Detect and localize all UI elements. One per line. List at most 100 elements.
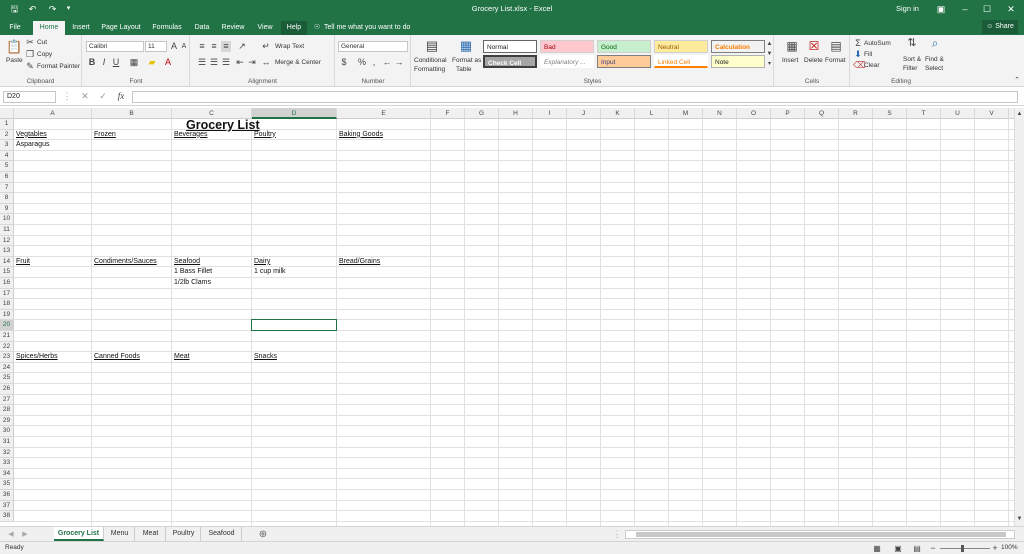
column-header-j[interactable]: J (567, 108, 601, 119)
category-header[interactable]: Beverages (172, 130, 207, 141)
normal-view-icon[interactable]: ▦ (872, 543, 882, 554)
horizontal-scroll-thumb[interactable] (636, 532, 1006, 537)
font-size-select[interactable]: 11 (145, 41, 167, 52)
row-header-9[interactable]: 9 (0, 203, 14, 215)
row-header-24[interactable]: 24 (0, 362, 14, 374)
tab-formulas[interactable]: Formulas (149, 21, 185, 35)
cut-icon[interactable]: ✂ (25, 37, 35, 48)
sign-in-link[interactable]: Sign in (896, 4, 919, 13)
format-painter-button[interactable]: Format Painter (37, 63, 80, 70)
style-neutral[interactable]: Neutral (654, 40, 708, 53)
category-header[interactable]: Frozen (92, 130, 116, 141)
column-header-s[interactable]: S (873, 108, 907, 119)
row-header-26[interactable]: 26 (0, 384, 14, 395)
tab-home[interactable]: Home (33, 21, 65, 35)
row-header-1[interactable]: 1 (0, 119, 14, 130)
worksheet-grid[interactable]: ABCDEFGHIJKLMNOPQRSTUV 1 2 3 4 5 6 7 8 9 10 11 12 13… (0, 108, 1024, 526)
clear-icon[interactable]: ⌫ (853, 60, 866, 71)
category-header[interactable]: Condiments/Sauces (92, 257, 157, 268)
tab-insert[interactable]: Insert (68, 21, 94, 35)
delete-cells-icon[interactable]: ☒ (806, 38, 822, 54)
zoom-slider-thumb[interactable] (961, 545, 964, 552)
conditional-formatting-button[interactable]: Conditional (414, 57, 447, 64)
confirm-entry-icon[interactable]: ✓ (98, 91, 108, 102)
column-header-n[interactable]: N (703, 108, 737, 119)
row-header-19[interactable]: 19 (0, 309, 14, 321)
row-header-20[interactable]: 20 (0, 320, 14, 331)
font-color-icon[interactable]: A (163, 57, 173, 68)
horizontal-scrollbar[interactable] (625, 530, 1015, 539)
row-header-30[interactable]: 30 (0, 426, 14, 437)
scroll-up-icon[interactable]: ▲ (1015, 109, 1024, 120)
fill-icon[interactable]: ⬇ (853, 49, 863, 60)
sheet-tab-menu[interactable]: Menu (105, 527, 135, 541)
grocery-item[interactable]: 1/2lb Clams (172, 278, 211, 289)
clear-button[interactable]: Clear (864, 62, 880, 69)
number-format-select[interactable]: General (338, 41, 408, 52)
share-button[interactable]: ☺ Share (982, 20, 1018, 34)
insert-cells-button[interactable]: Insert (782, 57, 798, 64)
sheet-tab-meat[interactable]: Meat (136, 527, 166, 541)
category-header[interactable]: Bread/Grains (337, 257, 380, 268)
vertical-scrollbar[interactable]: ▲ ▼ (1014, 108, 1024, 526)
next-sheet-icon[interactable]: ▶ (20, 529, 30, 540)
column-header-k[interactable]: K (601, 108, 635, 119)
cell-area[interactable]: Grocery List Vegtables Frozen Beverages Pou… (14, 119, 1024, 526)
column-header-i[interactable]: I (533, 108, 567, 119)
row-header-11[interactable]: 11 (0, 225, 14, 236)
formula-bar-menu-icon[interactable]: ⋮ (62, 91, 72, 102)
row-header-15[interactable]: 15 (0, 267, 14, 278)
conditional-formatting-icon[interactable]: ▤ (424, 38, 440, 54)
formula-input[interactable] (132, 91, 1018, 103)
decrease-decimal-icon[interactable]: → (394, 57, 404, 68)
style-calculation[interactable]: Calculation (711, 40, 765, 53)
decrease-font-icon[interactable]: A (179, 41, 189, 52)
increase-indent-icon[interactable]: ⇥ (247, 57, 257, 68)
selected-cell-d20[interactable] (251, 319, 337, 331)
bold-button[interactable]: B (87, 57, 97, 68)
delete-cells-button[interactable]: Delete (804, 57, 823, 64)
format-as-table-icon[interactable]: ▦ (458, 38, 474, 54)
scroll-down-icon[interactable]: ▼ (1015, 514, 1024, 525)
tab-splitter-icon[interactable]: ⋮ (612, 529, 622, 540)
paste-icon[interactable]: 📋 (6, 39, 22, 55)
orientation-icon[interactable]: ↗ (237, 41, 247, 52)
find-select-button[interactable]: Find & (925, 56, 944, 63)
page-break-view-icon[interactable]: ▤ (912, 543, 922, 554)
row-header-10[interactable]: 10 (0, 214, 14, 225)
row-header-7[interactable]: 7 (0, 182, 14, 194)
fill-button[interactable]: Fill (864, 51, 872, 58)
column-header-m[interactable]: M (669, 108, 703, 119)
copy-icon[interactable]: ❐ (25, 49, 35, 60)
row-header-8[interactable]: 8 (0, 193, 14, 204)
borders-icon[interactable]: ▦ (129, 57, 139, 68)
row-header-36[interactable]: 36 (0, 490, 14, 501)
row-header-33[interactable]: 33 (0, 458, 14, 469)
style-note[interactable]: Note (711, 55, 765, 68)
format-painter-icon[interactable]: ✎ (25, 61, 35, 72)
style-good[interactable]: Good (597, 40, 651, 53)
column-header-e[interactable]: E (337, 108, 431, 119)
row-header-34[interactable]: 34 (0, 468, 14, 480)
row-header-13[interactable]: 13 (0, 246, 14, 257)
category-header[interactable]: Snacks (252, 352, 277, 363)
category-header[interactable]: Fruit (14, 257, 30, 268)
category-header[interactable]: Canned Foods (92, 352, 140, 363)
row-header-27[interactable]: 27 (0, 394, 14, 406)
comma-button[interactable]: , (369, 57, 379, 68)
tab-file[interactable]: File (4, 21, 26, 35)
column-header-o[interactable]: O (737, 108, 771, 119)
sheet-tab-grocery-list[interactable]: Grocery List (54, 527, 104, 541)
row-header-4[interactable]: 4 (0, 150, 14, 162)
column-header-l[interactable]: L (635, 108, 669, 119)
format-cells-button[interactable]: Format (825, 57, 846, 64)
column-header-p[interactable]: P (771, 108, 805, 119)
zoom-in-icon[interactable]: + (990, 543, 1000, 554)
column-header-v[interactable]: V (975, 108, 1009, 119)
column-header-q[interactable]: Q (805, 108, 839, 119)
align-right-icon[interactable]: ☰ (221, 57, 231, 68)
autosum-icon[interactable]: Σ (853, 38, 863, 49)
style-input[interactable]: Input (597, 55, 651, 68)
row-header-37[interactable]: 37 (0, 500, 14, 512)
fill-color-icon[interactable]: ▰ (147, 57, 157, 68)
